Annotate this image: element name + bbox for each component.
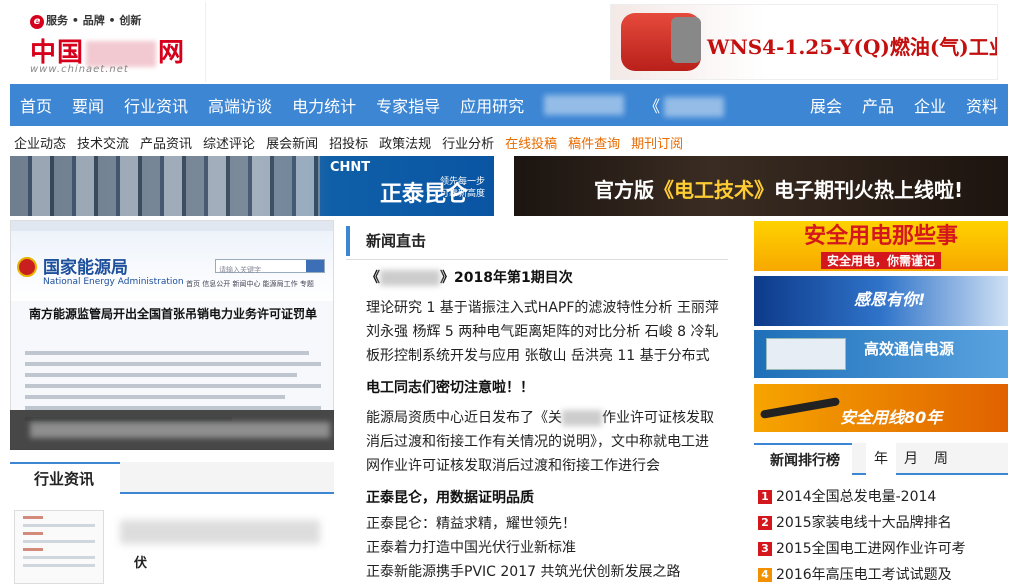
nav-interviews[interactable]: 高端访谈	[198, 93, 282, 117]
ranking-item[interactable]: 2 2015家装电线十大品牌排名	[758, 510, 1008, 536]
nav-expert-guide[interactable]: 专家指导	[366, 93, 450, 117]
section-title: 新闻排行榜	[754, 443, 852, 475]
news-live-body: 《》2018年第1期目次 理论研究 1 基于谐振注入式HAPF的滤波特性分析 王…	[366, 268, 722, 584]
subnav-subscribe[interactable]: 期刊订阅	[627, 133, 690, 152]
boiler-ad-banner[interactable]: WNS4-1.25-Y(Q)燃油(气)工业锅炉	[610, 4, 998, 80]
subnav-tech-exchange[interactable]: 技术交流	[73, 133, 136, 152]
redacted-nav-item[interactable]	[544, 95, 625, 115]
nav-applied-research[interactable]: 应用研究	[450, 93, 534, 117]
list-item[interactable]: 正泰着力打造中国光伏行业新标准	[366, 536, 722, 560]
thanks-ad[interactable]: 感恩有你!	[754, 276, 1008, 326]
tab-year[interactable]: 年	[866, 443, 896, 475]
nea-title: 国家能源局	[43, 258, 128, 278]
news-headline[interactable]: 正泰昆仑，用数据证明品质	[366, 488, 722, 508]
subnav-product-news[interactable]: 产品资讯	[136, 133, 199, 152]
nav-industry-news[interactable]: 行业资讯	[114, 93, 198, 117]
ranking-item[interactable]: 1 2014全国总发电量-2014	[758, 484, 1008, 510]
news-thumbnail[interactable]	[14, 510, 104, 584]
nav-journal[interactable]: 《	[634, 93, 738, 118]
news-headline[interactable]: 电工同志们密切注意啦！！	[366, 378, 722, 398]
cable-ad[interactable]: 安全用线80年	[754, 384, 1008, 432]
logo-url: www.chinaet.net	[30, 64, 129, 75]
rank-badge: 3	[758, 542, 772, 556]
list-item[interactable]: 正泰新能源携手PVIC 2017 共筑光伏创新发展之路	[366, 560, 722, 584]
national-emblem-icon	[17, 257, 37, 277]
nav-companies[interactable]: 企业	[904, 93, 956, 117]
news-summary: 能源局资质中心近日发布了《关 作业许可证核发取消后过渡和衔接工作有关情况的说明》，…	[366, 410, 714, 474]
ranking-header: 新闻排行榜 年 月 周	[754, 443, 1008, 475]
subnav-tenders[interactable]: 招投标	[325, 133, 375, 152]
logo-tagline: 服务 • 品牌 • 创新	[46, 14, 142, 27]
chint-slogan: 领先每一步 可靠新高度	[440, 177, 486, 199]
chint-brand: CHNT	[330, 160, 371, 175]
nav-power-stats[interactable]: 电力统计	[282, 93, 366, 117]
news-item-tail[interactable]: 伏	[134, 552, 147, 571]
ranking-item[interactable]: 3 2015全国电工进网作业许可考	[758, 536, 1008, 562]
site-header: e 服务 • 品牌 • 创新 中国网 www.chinaet.net WNS4-1…	[0, 0, 1018, 84]
nea-search: 请输入关键字	[215, 259, 325, 274]
chint-ad-banner[interactable]: CHNT 正泰昆仑 领先每一步 可靠新高度	[10, 156, 494, 216]
nav-home[interactable]: 首页	[10, 93, 62, 117]
nea-menu: 首页 信息公开 新闻中心 能源局工作 专题	[186, 280, 314, 288]
news-list: 正泰昆仑：精益求精，耀世领先！ 正泰着力打造中国光伏行业新标准 正泰新能源携手P…	[366, 512, 722, 584]
subnav-reviews[interactable]: 综述评论	[199, 133, 262, 152]
switchgear-image	[10, 156, 320, 216]
e-logo-icon: e	[30, 15, 44, 29]
section-title: 新闻直击	[346, 226, 426, 256]
nea-article-title: 南方能源监管局开出全国首张吊销电力业务许可证罚单	[28, 307, 317, 321]
rank-badge: 1	[758, 490, 772, 504]
news-live-header: 新闻直击	[346, 220, 728, 260]
featured-news-caption[interactable]	[10, 410, 334, 450]
search-icon	[306, 260, 324, 272]
journal-ad-banner[interactable]: 官方版《电工技术》电子期刊火热上线啦!	[514, 156, 1008, 216]
industry-news-header: 行业资讯	[10, 462, 334, 494]
tab-month[interactable]: 月	[896, 443, 926, 475]
sub-nav: 企业动态 技术交流 产品资讯 综述评论 展会新闻 招投标 政策法规 行业分析 在…	[10, 130, 1008, 154]
ranking-list: 1 2014全国总发电量-2014 2 2015家装电线十大品牌排名 3 2015全国…	[758, 484, 1008, 588]
news-summary: 理论研究 1 基于谐振注入式HAPF的滤波特性分析 王丽萍 刘永强 杨辉 5 两…	[366, 300, 719, 364]
tab-week[interactable]: 周	[926, 443, 956, 475]
ranking-item[interactable]: 4 2016年高压电工考试试题及	[758, 562, 1008, 588]
redacted-news-title[interactable]	[120, 520, 320, 544]
cable-image	[759, 397, 841, 419]
nea-en: National Energy Administration	[43, 277, 184, 287]
nav-headlines[interactable]: 要闻	[62, 93, 114, 117]
boiler-ad-text: WNS4-1.25-Y(Q)燃油(气)工业锅炉	[707, 35, 997, 59]
subnav-query[interactable]: 稿件查询	[564, 133, 627, 152]
nav-products[interactable]: 产品	[852, 93, 904, 117]
subnav-policy[interactable]: 政策法规	[375, 133, 438, 152]
subnav-expo-news[interactable]: 展会新闻	[262, 133, 325, 152]
subnav-company-news[interactable]: 企业动态	[10, 133, 73, 152]
safety-ad[interactable]: 安全用电那些事 安全用电，你需谨记	[754, 221, 1008, 271]
subnav-analysis[interactable]: 行业分析	[438, 133, 501, 152]
nav-exhibition[interactable]: 展会	[800, 93, 852, 117]
device-image	[766, 338, 846, 370]
nav-resources[interactable]: 资料	[956, 93, 1008, 117]
subnav-submit[interactable]: 在线投稿	[501, 133, 564, 152]
power-supply-ad[interactable]: 高效通信电源	[754, 330, 1008, 378]
site-logo[interactable]: e 服务 • 品牌 • 创新 中国网 www.chinaet.net	[10, 2, 206, 82]
section-title: 行业资讯	[10, 462, 120, 494]
rank-badge: 4	[758, 568, 772, 582]
main-nav: 首页 要闻 行业资讯 高端访谈 电力统计 专家指导 应用研究 《 展会 产品 企…	[10, 84, 1008, 126]
news-headline[interactable]: 《》2018年第1期目次	[366, 268, 722, 288]
rank-badge: 2	[758, 516, 772, 530]
list-item[interactable]: 正泰昆仑：精益求精，耀世领先！	[366, 512, 722, 536]
